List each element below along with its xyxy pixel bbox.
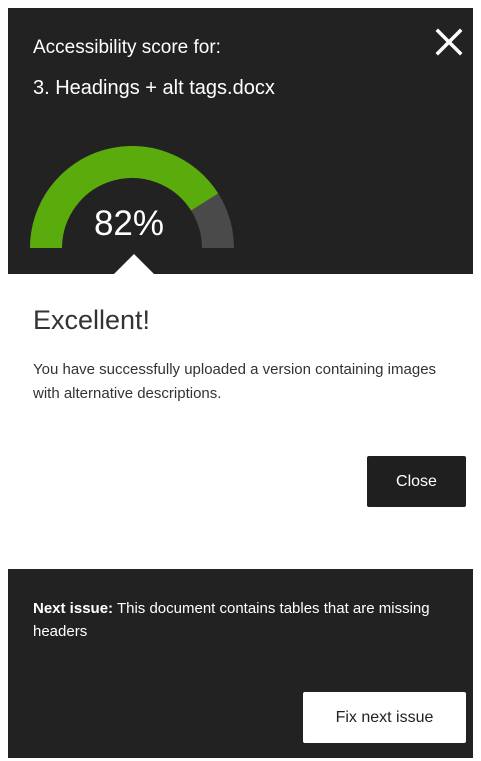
score-percentage: 82% [93,204,165,243]
accessibility-score-dialog: Accessibility score for: 3. Headings + a… [8,8,473,758]
next-issue-text: Next issue: This document contains table… [33,597,463,643]
close-icon[interactable] [433,26,465,58]
document-filename: 3. Headings + alt tags.docx [33,77,275,99]
pointer-notch [114,254,154,274]
score-caption: Accessibility score for: [33,37,221,58]
result-message: You have successfully uploaded a version… [33,361,437,402]
next-issue-label: Next issue: [33,600,114,617]
close-button[interactable]: Close [367,456,466,507]
rating-heading: Excellent! [33,305,151,335]
next-issue-section: Next issue: This document contains table… [8,569,473,758]
score-header: Accessibility score for: 3. Headings + a… [8,8,473,274]
fix-next-issue-button[interactable]: Fix next issue [303,692,466,743]
